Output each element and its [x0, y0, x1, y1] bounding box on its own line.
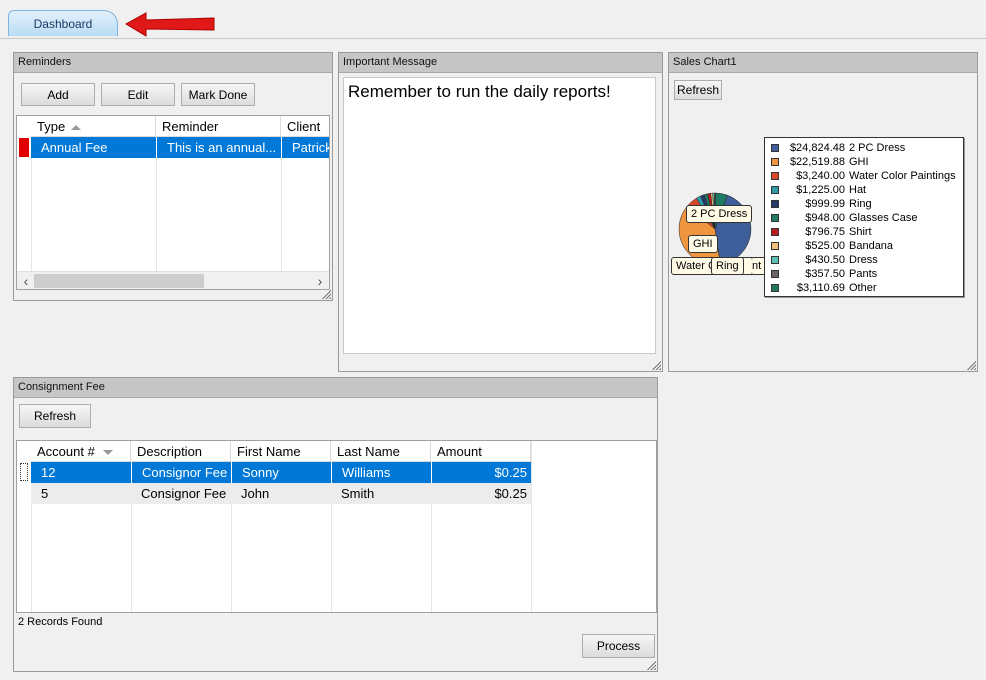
resize-grip-icon[interactable]: [646, 660, 656, 670]
legend-label: Shirt: [849, 226, 872, 238]
legend-value: $357.50: [805, 268, 845, 280]
amount-cell: $0.25: [431, 462, 531, 483]
column-header-first-name[interactable]: First Name: [231, 441, 331, 462]
red-arrow-annotation: [124, 12, 215, 37]
column-header-description[interactable]: Description: [131, 441, 231, 462]
column-header-account-label: Account #: [37, 444, 95, 459]
legend-swatch: [771, 172, 779, 180]
row-indicator: [20, 463, 28, 481]
description-cell: Consignor Fee: [131, 462, 231, 483]
callout-2-pc-dress: 2 PC Dress: [686, 205, 753, 223]
legend-value: $999.99: [805, 198, 845, 210]
first-name-cell: John: [231, 483, 331, 504]
reminders-panel: Reminders Add Edit Mark Done Type Remind…: [13, 52, 333, 301]
description-cell: Consignor Fee: [131, 483, 231, 504]
consignment-refresh-button[interactable]: Refresh: [19, 404, 91, 428]
last-name-cell: Smith: [331, 483, 431, 504]
legend-value: $430.50: [805, 254, 845, 266]
reminders-grid: Type Reminder Client Annual Fee This is …: [16, 115, 330, 290]
legend-swatch: [771, 284, 779, 292]
legend-label: Glasses Case: [849, 212, 918, 224]
sort-ascending-icon: [71, 125, 82, 131]
legend-value: $948.00: [805, 212, 845, 224]
sort-descending-icon: [102, 450, 113, 456]
records-found-status: 2 Records Found: [18, 616, 103, 628]
legend-label: Water Color Paintings: [849, 170, 956, 182]
column-header-type-label: Type: [37, 119, 66, 134]
consignment-fee-panel: Consignment Fee Refresh Account # Descri…: [13, 377, 658, 672]
column-header-account[interactable]: Account #: [31, 441, 131, 462]
legend-value: $3,110.69: [796, 282, 845, 294]
first-name-cell: Sonny: [231, 462, 331, 483]
amount-cell: $0.25: [431, 483, 531, 504]
account-cell: 5: [31, 483, 131, 504]
resize-grip-icon[interactable]: [321, 289, 331, 299]
legend-label: 2 PC Dress: [849, 142, 906, 154]
column-header-client[interactable]: Client: [281, 116, 329, 137]
legend-swatch: [771, 144, 779, 152]
edit-button[interactable]: Edit: [101, 83, 175, 106]
legend-swatch: [771, 200, 779, 208]
legend-swatch: [771, 256, 779, 264]
reminder-text-cell: This is an annual...: [156, 137, 281, 158]
legend-label: Other: [849, 282, 877, 294]
message-textarea[interactable]: Remember to run the daily reports!: [343, 77, 656, 354]
callout-ring: Ring: [711, 257, 744, 275]
process-button[interactable]: Process: [582, 634, 655, 658]
last-name-cell: Williams: [331, 462, 431, 483]
reminder-flag-icon: [19, 138, 29, 157]
reminders-title: Reminders: [14, 53, 332, 73]
add-button[interactable]: Add: [21, 83, 95, 106]
legend-label: Dress: [849, 254, 878, 266]
legend-swatch: [771, 214, 779, 222]
reminder-client-cell: Patrick: [281, 137, 329, 158]
tab-dashboard[interactable]: Dashboard: [8, 10, 118, 36]
legend-swatch: [771, 242, 779, 250]
legend-value: $1,225.00: [796, 184, 845, 196]
legend-value: $525.00: [805, 240, 845, 252]
message-text: Remember to run the daily reports!: [348, 82, 611, 101]
sales-chart-panel: Sales Chart1 Refresh 2 PC Dress GHI Wate…: [668, 52, 978, 372]
column-header-type[interactable]: Type: [31, 116, 156, 137]
important-message-panel: Important Message Remember to run the da…: [338, 52, 663, 372]
consignment-grid: Account # Description First Name Last Na…: [16, 440, 657, 613]
scrollbar-thumb[interactable]: [34, 274, 204, 288]
important-message-title: Important Message: [339, 53, 662, 73]
chart-legend: $24,824.48 2 PC Dress $22,519.88 GHI $3,240.…: [764, 137, 964, 297]
legend-label: Ring: [849, 198, 872, 210]
scroll-right-icon[interactable]: ›: [313, 272, 327, 289]
column-header-amount[interactable]: Amount: [431, 441, 531, 462]
reminder-type-cell: Annual Fee: [31, 137, 156, 158]
consignment-fee-title: Consignment Fee: [14, 378, 657, 398]
legend-value: $796.75: [805, 226, 845, 238]
legend-value: $22,519.88: [789, 156, 845, 168]
scroll-left-icon[interactable]: ‹: [19, 272, 33, 289]
resize-grip-icon[interactable]: [966, 360, 976, 370]
legend-swatch: [771, 186, 779, 194]
tab-dashboard-label: Dashboard: [33, 16, 93, 31]
legend-label: Hat: [849, 184, 867, 196]
legend-value: $24,824.48: [789, 142, 845, 154]
legend-swatch: [771, 158, 779, 166]
column-header-reminder[interactable]: Reminder: [156, 116, 281, 137]
legend-label: Bandana: [849, 240, 894, 252]
callout-ghi: GHI: [688, 235, 718, 253]
horizontal-scrollbar[interactable]: ‹ ›: [17, 271, 329, 289]
account-cell: 12: [31, 462, 131, 483]
resize-grip-icon[interactable]: [651, 360, 661, 370]
legend-label: GHI: [849, 156, 869, 168]
legend-label: Pants: [849, 268, 878, 280]
column-header-last-name[interactable]: Last Name: [331, 441, 431, 462]
mark-done-button[interactable]: Mark Done: [181, 83, 255, 106]
legend-swatch: [771, 270, 779, 278]
legend-swatch: [771, 228, 779, 236]
legend-value: $3,240.00: [796, 170, 845, 182]
